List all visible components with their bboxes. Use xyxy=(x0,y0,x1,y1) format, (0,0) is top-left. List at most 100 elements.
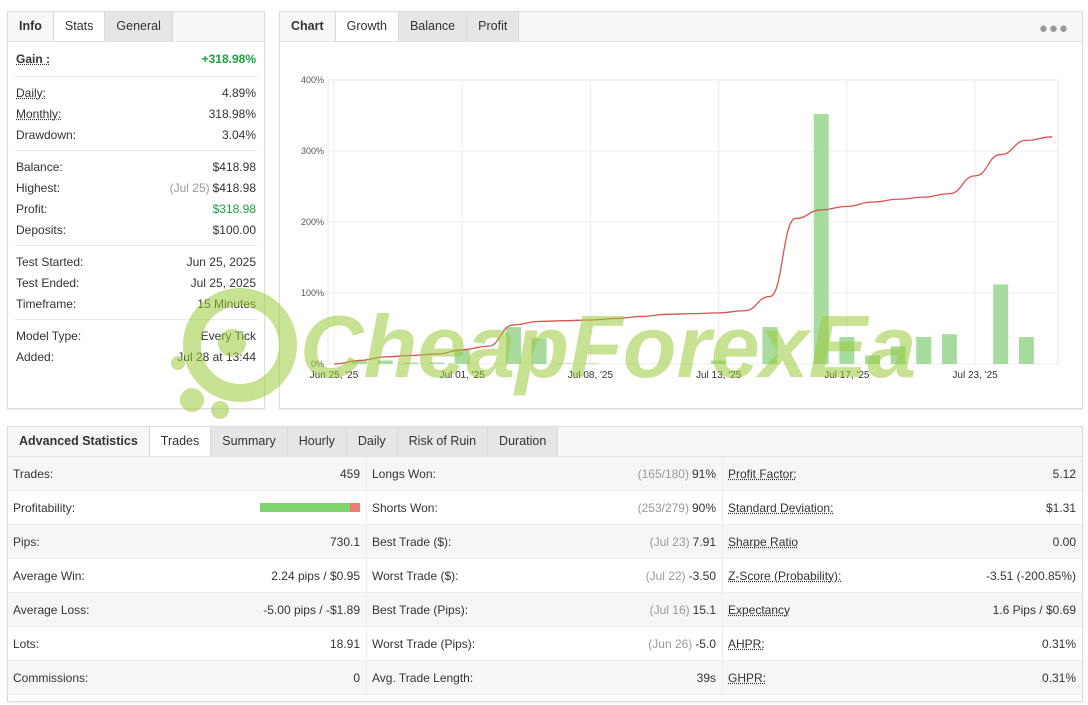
adv-stat-value-text: 5.12 xyxy=(1052,466,1076,481)
adv-stat-label: Pips: xyxy=(13,534,40,549)
adv-stat-cell: Lots: 18.91 xyxy=(8,627,366,661)
adv-stat-cell: Best Trade ($): (Jul 23) 7.91 xyxy=(366,525,722,559)
adv-stat-value-text: 7.91 xyxy=(692,534,716,549)
tab-general[interactable]: General xyxy=(105,12,173,41)
adv-stat-value-text: 0.31% xyxy=(1041,636,1076,651)
daily-gain-bar xyxy=(506,327,521,364)
tab-stats[interactable]: Stats xyxy=(53,12,106,41)
stat-value-text: 15 Minutes xyxy=(197,296,256,311)
tab-profit[interactable]: Profit xyxy=(467,12,520,41)
advanced-statistics-panel: Advanced Statistics Trades Summary Hourly Da… xyxy=(7,426,1083,702)
adv-stat-value-text: 15.1 xyxy=(692,602,716,617)
stat-value: 3.04% xyxy=(222,128,256,142)
adv-stat-value-text: $1.31 xyxy=(1045,500,1076,515)
tab-duration[interactable]: Duration xyxy=(488,427,559,456)
chart-panel: Chart Growth Balance Profit ●●● 0% 100% 200% 3… xyxy=(279,11,1083,409)
stat-row: Test Started: Jun 25, 2025 xyxy=(8,251,264,272)
y-tick-label: 400% xyxy=(301,75,324,85)
tab-balance[interactable]: Balance xyxy=(398,12,468,41)
stat-value: $100.00 xyxy=(213,223,256,237)
adv-stat-muted: (Jun 26) xyxy=(648,636,693,651)
stat-value: 4.89% xyxy=(222,86,256,100)
daily-gain-bar xyxy=(557,363,573,364)
adv-stat-value: -5.00 pips / -$1.89 xyxy=(263,603,360,617)
adv-stat-value: 18.91 xyxy=(330,637,360,651)
stat-value-text: Jul 25, 2025 xyxy=(190,275,256,290)
adv-stat-label: Lots: xyxy=(13,636,40,651)
adv-stat-label: Average Loss: xyxy=(13,602,90,617)
y-tick-label: 100% xyxy=(301,288,324,298)
chart-tabs: Chart Growth Balance Profit xyxy=(280,12,1082,42)
adv-stat-value: (Jul 22) -3.50 xyxy=(646,569,716,583)
adv-stat-label: Standard Deviation: xyxy=(728,500,834,515)
adv-stat-value: 730.1 xyxy=(330,535,360,549)
adv-stat-value-text: -3.51 (-200.85%) xyxy=(985,568,1076,583)
stat-value-text: $418.98 xyxy=(212,180,256,195)
adv-stat-value-text: 1.6 Pips / $0.69 xyxy=(992,602,1076,617)
adv-stat-label: Profit Factor: xyxy=(728,466,797,481)
stat-row: Timeframe: 15 Minutes xyxy=(8,293,264,314)
tab-risk-of-ruin[interactable]: Risk of Ruin xyxy=(397,427,489,456)
tab-daily[interactable]: Daily xyxy=(346,427,398,456)
daily-gain-bar xyxy=(993,284,1009,364)
adv-stat-cell: Sharpe Ratio 0.00 xyxy=(722,525,1082,559)
tab-info[interactable]: Info xyxy=(8,12,54,41)
tab-summary[interactable]: Summary xyxy=(211,427,288,456)
adv-stat-cell: Expectancy 1.6 Pips / $0.69 xyxy=(722,593,1082,627)
adv-stat-cell: Average Win: 2.24 pips / $0.95 xyxy=(8,559,366,593)
stat-row: Balance: $418.98 xyxy=(8,156,264,177)
daily-gain-bar xyxy=(839,337,855,364)
adv-stat-value-text: 0.31% xyxy=(1041,670,1076,685)
stat-row: Test Ended: Jul 25, 2025 xyxy=(8,272,264,293)
stats-body: Gain : +318.98% Daily: 4.89% Monthly: 318.98%… xyxy=(8,42,264,367)
x-tick-label: Jul 08, '25 xyxy=(568,370,614,381)
adv-stat-cell: Standard Deviation: $1.31 xyxy=(722,491,1082,525)
tab-trades[interactable]: Trades xyxy=(149,427,212,456)
adv-stat-value: (253/279) 90% xyxy=(638,501,716,515)
x-tick-label: Jul 01, '25 xyxy=(440,370,486,381)
daily-gain-bar xyxy=(582,363,598,364)
adv-stat-label: Avg. Trade Length: xyxy=(372,670,474,685)
adv-stat-cell: Commissions: 0 xyxy=(8,661,366,695)
stat-label: Profit: xyxy=(16,201,48,216)
stat-label: Gain : xyxy=(16,51,51,66)
stat-value: 318.98% xyxy=(209,107,256,121)
daily-gain-bar xyxy=(429,362,445,364)
tab-hourly[interactable]: Hourly xyxy=(287,427,347,456)
stat-label: Test Ended: xyxy=(16,275,80,290)
adv-stat-value: 2.24 pips / $0.95 xyxy=(271,569,360,583)
tab-chart: Chart xyxy=(280,12,336,41)
adv-stat-value: (Jul 23) 7.91 xyxy=(650,535,716,549)
adv-stat-cell: Shorts Won: (253/279) 90% xyxy=(366,491,722,525)
stat-row: Model Type: Every Tick xyxy=(8,325,264,346)
adv-stat-value: $1.31 xyxy=(1046,501,1076,515)
adv-stat-muted: (Jul 16) xyxy=(649,602,690,617)
adv-stat-value-text: 90% xyxy=(691,500,716,515)
stat-row: Drawdown: 3.04% xyxy=(8,124,264,145)
stat-label: Test Started: xyxy=(16,254,84,269)
advanced-statistics-grid: Trades: 459 Longs Won: (165/180) 91% Profit F… xyxy=(8,457,1082,695)
adv-stat-value-text: 0.00 xyxy=(1052,534,1076,549)
tab-advanced-statistics: Advanced Statistics xyxy=(8,427,150,456)
tab-growth[interactable]: Growth xyxy=(335,12,399,41)
adv-stat-value: 39s xyxy=(697,671,716,685)
adv-stat-value: 1.6 Pips / $0.69 xyxy=(993,603,1076,617)
adv-stat-value-text: 91% xyxy=(691,466,716,481)
stat-value: $318.98 xyxy=(213,202,256,216)
adv-stat-cell: Worst Trade ($): (Jul 22) -3.50 xyxy=(366,559,722,593)
adv-stat-value: (165/180) 91% xyxy=(638,467,716,481)
adv-stat-value-text: 459 xyxy=(339,466,360,481)
daily-gain-bar xyxy=(531,338,547,364)
adv-stat-label: Worst Trade ($): xyxy=(372,568,459,583)
adv-stat-value-text: -5.0 xyxy=(695,636,716,651)
stat-label: Deposits: xyxy=(16,222,67,237)
stat-value-text: Jun 25, 2025 xyxy=(186,254,256,269)
daily-gain-bar xyxy=(1018,337,1034,364)
daily-gain-bar xyxy=(916,337,932,364)
stat-value-text: Jul 28 at 13:44 xyxy=(177,349,256,364)
stat-value-text: +318.98% xyxy=(201,51,256,66)
more-dots-icon[interactable]: ●●● xyxy=(1039,20,1069,37)
stat-row: Added: Jul 28 at 13:44 xyxy=(8,346,264,367)
daily-gain-bar xyxy=(377,360,393,364)
adv-stat-value-text: 0 xyxy=(353,670,360,685)
